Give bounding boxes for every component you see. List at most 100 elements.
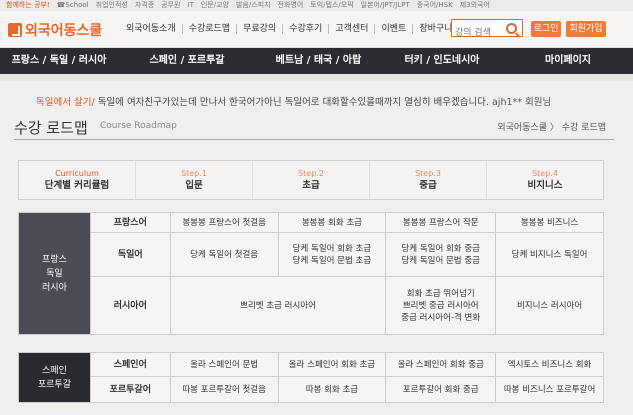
step-title: 초급: [302, 180, 320, 191]
course-cell[interactable]: 따봉 포르투갈어 첫걸음: [169, 376, 279, 403]
ticker-tag: 독일에서 살기/: [36, 97, 95, 108]
course-cell[interactable]: 당케 독일어 첫걸음: [169, 232, 279, 277]
course-link[interactable]: 당케 독일어 회화 중급: [388, 243, 493, 255]
course-link[interactable]: 당케 독일어 문법 중급: [388, 255, 493, 267]
top-nav: 외국어동소개 수강로드맵 무료강의 수강후기 고객센터 이벤트 장바구니: [120, 24, 458, 34]
lang-french: 프랑스어: [89, 212, 171, 233]
course-link[interactable]: 중급 러시아어-격 변화: [388, 312, 493, 324]
site-logo[interactable]: 외국어동스쿨: [8, 20, 102, 40]
topstrip-item[interactable]: 함께하는 공부!: [6, 0, 50, 11]
table-row: 프랑스 독일 러시아 프랑스어 봉봉봉 프랑스어 첫걸음 봉봉봉 회화 초급 봉…: [18, 212, 604, 335]
course-cell[interactable]: 따봉 회화 초급: [277, 376, 387, 403]
group-label-french-german-russian: 프랑스 독일 러시아: [18, 212, 91, 335]
course-link[interactable]: 회화 초급 뛰어넘기: [388, 288, 493, 300]
topnav-events[interactable]: 이벤트: [375, 24, 414, 34]
search-input[interactable]: [452, 25, 510, 41]
step-title: 중급: [419, 180, 437, 191]
course-cell[interactable]: 따봉 비즈니스 포르투갈어: [495, 376, 604, 403]
step-curriculum: Curriculum 단계별 커리큘럼: [19, 161, 136, 199]
nav-spanish-portuguese[interactable]: 스페인 / 포르투갈: [118, 48, 256, 74]
page-subtitle: Course Roadmap: [100, 121, 177, 131]
topstrip-item[interactable]: 자격증: [135, 0, 154, 11]
search-box: [451, 19, 523, 41]
table-row: 러시아어 쁘리벳 초급 러시아어 회화 초급 뛰어넘기 쁘리벳 중급 러시아어 …: [19, 276, 604, 335]
course-cell[interactable]: 쁘리벳 초급 러시아어: [169, 276, 387, 335]
ticker-text: 독일에 여자친구가있는데 만나서 한국어가아닌 독일어로 대화할수있을때까지 열…: [97, 97, 489, 108]
topstrip-item[interactable]: 인문/교양: [201, 0, 229, 11]
course-cell[interactable]: 포르투갈어 회화 중급: [385, 376, 497, 403]
step-label: Step.2: [298, 169, 324, 178]
nav-french-german-russian[interactable]: 프랑스 / 독일 / 러시아: [0, 48, 118, 74]
course-cell[interactable]: 올라 스페인어 문법: [169, 352, 279, 377]
review-ticker[interactable]: 독일에서 살기/ 독일에 여자친구가있는데 만나서 한국어가아닌 독일어로 대화…: [36, 94, 551, 108]
topstrip-item[interactable]: 제3외국어: [460, 0, 490, 11]
step-3: Step.3 중급: [370, 161, 487, 199]
ticker-user: ajh1** 회원님: [491, 97, 552, 108]
topnav-about[interactable]: 외국어동소개: [120, 24, 183, 34]
step-2: Step.2 초급: [253, 161, 370, 199]
course-cell[interactable]: 봉봉봉 회화 초급: [277, 212, 387, 233]
course-cell[interactable]: 올라 스페인어 회화 중급: [385, 352, 497, 377]
course-cell[interactable]: 봉봉봉 프랑스어 작문: [385, 212, 497, 233]
lang-spanish: 스페인어: [89, 352, 171, 377]
topstrip-item[interactable]: IT: [188, 0, 194, 11]
login-button[interactable]: 로그인: [531, 21, 561, 37]
step-label: Curriculum: [55, 169, 99, 178]
logo-text: 외국어동스쿨: [25, 23, 103, 39]
nav-sub-bar: [0, 74, 633, 81]
course-cell-multi: 당케 독일어 회화 중급 당케 독일어 문법 중급: [385, 232, 497, 277]
lang-german: 독일어: [89, 232, 171, 277]
breadcrumb: 외국어동스쿨 〉 수강 로드맵: [497, 123, 606, 133]
course-cell-multi: 회화 초급 뛰어넘기 쁘리벳 중급 러시아어 중급 러시아어-격 변화: [385, 276, 497, 335]
table-row: 독일어 당케 독일어 첫걸음 당케 독일어 회화 초급 당케 독일어 문법 초급…: [19, 232, 604, 277]
table-row: 스페인 포르투갈 스페인어 올라 스페인어 문법 올라 스페인어 회화 초급 올…: [18, 352, 604, 403]
course-link[interactable]: 당케 독일어 문법 초급: [281, 255, 384, 267]
logo-icon: [8, 23, 22, 37]
lang-russian: 러시아어: [89, 276, 171, 335]
topstrip-item[interactable]: ☎School: [57, 0, 89, 11]
page-title-row: 수강 로드맵 Course Roadmap 외국어동스쿨 〉 수강 로드맵: [14, 115, 614, 140]
top-service-strip: 함께하는 공부! ☎School 취업인적성 자격증 공무원 IT 인문/교양 …: [0, 0, 633, 11]
page-title: 수강 로드맵: [14, 119, 88, 137]
site-header: 외국어동스쿨 외국어동소개 수강로드맵 무료강의 수강후기 고객센터 이벤트 장…: [0, 11, 633, 48]
step-title: 입문: [185, 180, 203, 191]
table-row: 포르투갈어 따봉 포르투갈어 첫걸음 따봉 회화 초급 포르투갈어 회화 중급 …: [19, 376, 604, 403]
step-label: Step.3: [415, 169, 441, 178]
nav-turkey-indonesia[interactable]: 터키 / 인도네시아: [381, 48, 503, 74]
course-link[interactable]: 쁘리벳 중급 러시아어: [388, 300, 493, 312]
main-nav: 프랑스 / 독일 / 러시아 스페인 / 포르투갈 베트남 / 태국 / 아랍 …: [0, 48, 633, 74]
topnav-support[interactable]: 고객센터: [329, 24, 376, 34]
step-label: Step.1: [181, 169, 207, 178]
topstrip-item[interactable]: 중국어/HSK: [417, 0, 453, 11]
topstrip-item[interactable]: 전화영어: [278, 0, 304, 11]
course-cell[interactable]: 봉봉봉 프랑스어 첫걸음: [169, 212, 279, 233]
step-title: 단계별 커리큘럼: [44, 180, 110, 191]
course-cell[interactable]: 비지니스 러시아어: [495, 276, 604, 335]
topnav-free-lecture[interactable]: 무료강의: [237, 24, 284, 34]
step-label: Step.4: [532, 169, 558, 178]
topstrip-item[interactable]: 일본어/JPT/JLPT: [361, 0, 410, 11]
course-link[interactable]: 당케 독일어 회화 초급: [281, 243, 384, 255]
topstrip-item[interactable]: 발음/스피치: [236, 0, 271, 11]
topstrip-item[interactable]: 공무원: [161, 0, 180, 11]
nav-mypage[interactable]: 마이페이지: [503, 48, 633, 74]
step-1: Step.1 입문: [136, 161, 253, 199]
course-cell[interactable]: 당케 비지니스 독일어: [495, 232, 604, 277]
lang-portuguese: 포르투갈어: [89, 376, 171, 403]
topnav-reviews[interactable]: 수강후기: [283, 24, 330, 34]
topstrip-item[interactable]: 토익/텝스/오픽: [310, 0, 353, 11]
course-cell[interactable]: 봉봉봉 비즈니스: [495, 212, 604, 233]
roadmap-table-iberian: 스페인 포르투갈 스페인어 올라 스페인어 문법 올라 스페인어 회화 초급 올…: [18, 352, 604, 403]
roadmap-steps-header: Curriculum 단계별 커리큘럼 Step.1 입문 Step.2 초급 …: [18, 160, 604, 200]
topnav-roadmap[interactable]: 수강로드맵: [183, 24, 238, 34]
join-button[interactable]: 회원가입: [566, 21, 606, 37]
step-4: Step.4 비지니스: [487, 161, 603, 199]
search-icon[interactable]: [506, 23, 517, 34]
nav-vietnam-thai-arab[interactable]: 베트남 / 태국 / 아랍: [256, 48, 381, 74]
topstrip-item[interactable]: 취업인적성: [96, 0, 128, 11]
course-cell[interactable]: 올라 스페인어 회화 초급: [277, 352, 387, 377]
step-title: 비지니스: [527, 180, 563, 191]
roadmap-table-europe: 프랑스 독일 러시아 프랑스어 봉봉봉 프랑스어 첫걸음 봉봉봉 회화 초급 봉…: [18, 212, 604, 335]
course-cell[interactable]: 엑시토스 비즈니스 회화: [495, 352, 604, 377]
course-cell-multi: 당케 독일어 회화 초급 당케 독일어 문법 초급: [277, 232, 387, 277]
